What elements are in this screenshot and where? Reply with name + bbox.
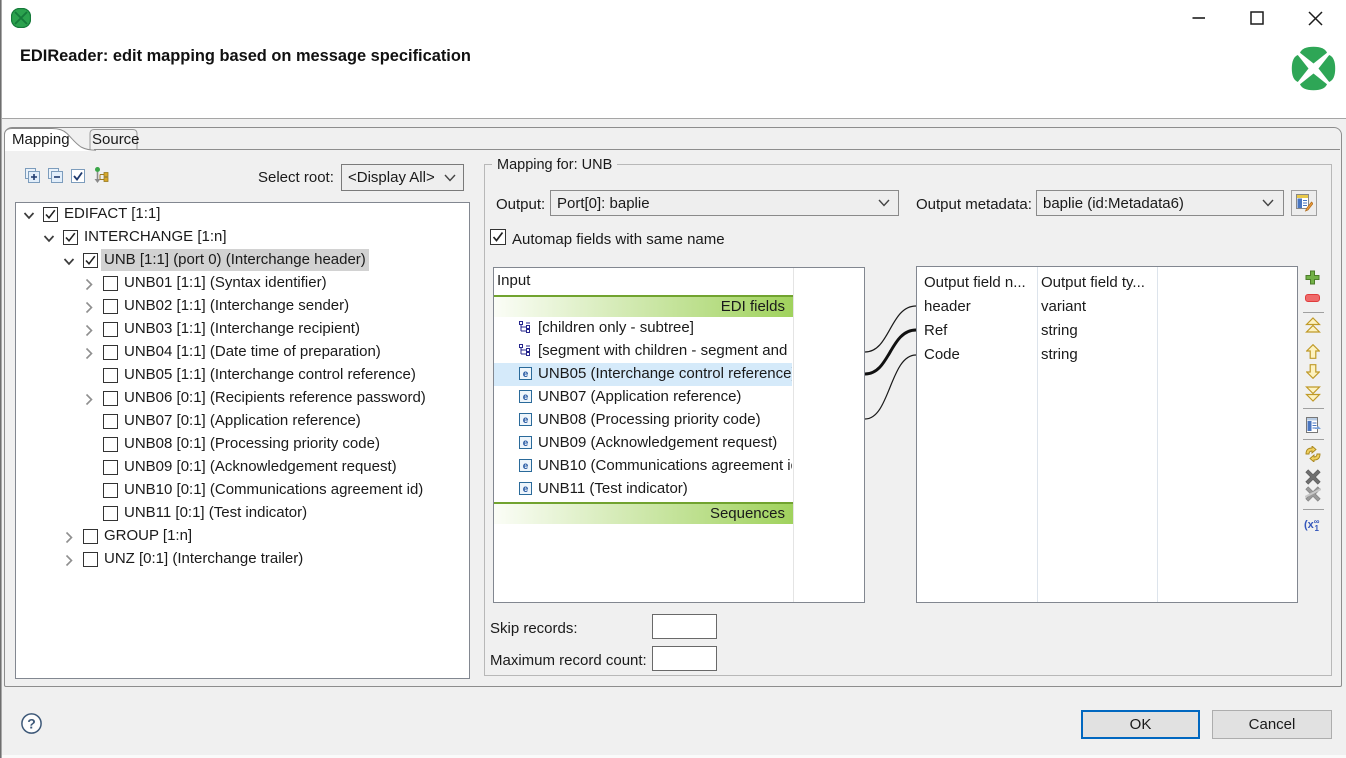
svg-text:e: e: [523, 438, 529, 449]
svg-text:e: e: [523, 461, 529, 472]
svg-text:e: e: [523, 415, 529, 426]
svg-text:?: ?: [27, 716, 36, 732]
svg-text:e: e: [523, 392, 529, 403]
svg-text:e: e: [523, 484, 529, 495]
svg-text:e: e: [523, 369, 529, 380]
